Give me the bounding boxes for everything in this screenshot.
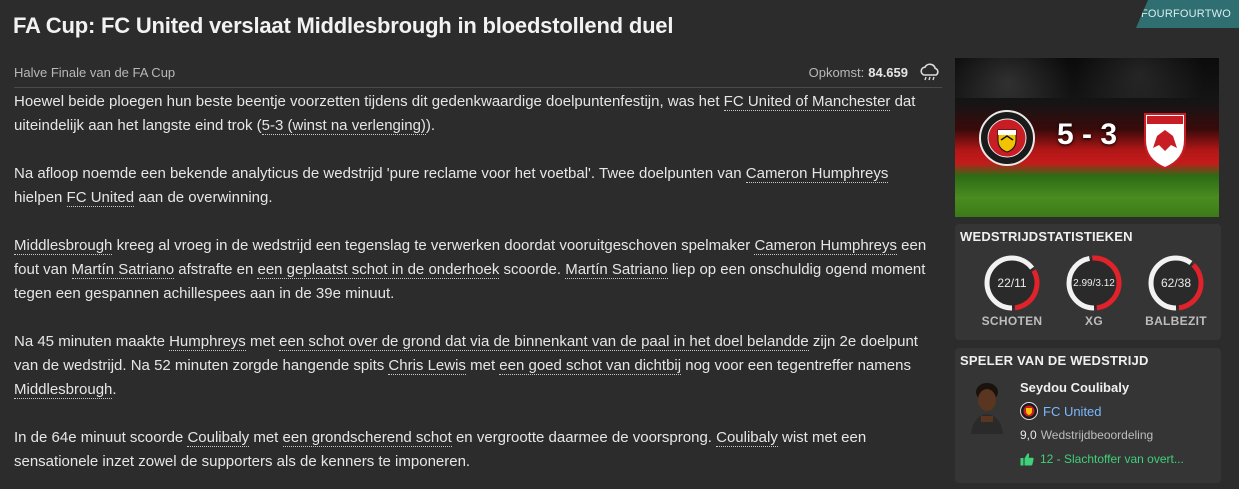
report-text: kreeg al vroeg in de wedstrijd een tegen… [112, 237, 755, 254]
team-link[interactable]: Middlesbrough [14, 381, 113, 399]
headline: FA Cup: FC United verslaat Middlesbrough… [13, 13, 674, 38]
report-paragraph: In de 64e minuut scoorde Coulibaly met e… [14, 426, 939, 474]
result-link[interactable]: 5-3 (winst na verlenging) [261, 117, 426, 135]
stat-label: BALBEZIT [1145, 314, 1207, 328]
player-name[interactable]: Seydou Coulibaly [1020, 380, 1129, 395]
match-stats-panel: WEDSTRIJDSTATISTIEKEN 22/11 SCHOTEN 2.99/3… [955, 224, 1221, 340]
rain-cloud-icon [920, 62, 939, 80]
stat-value: 22/11 [997, 276, 1027, 290]
stat-xg: 2.99/3.12 XG [1054, 254, 1134, 328]
player-highlight[interactable]: 12 - Slachtoffer van overt... [1020, 452, 1184, 466]
source-tag[interactable]: FOURFOURTWO [1136, 0, 1239, 28]
report-paragraph: Hoewel beide ploegen hun beste beentje v… [14, 90, 939, 138]
thumbs-up-icon [1020, 453, 1034, 466]
match-report: Hoewel beide ploegen hun beste beentje v… [14, 90, 939, 489]
fc-united-badge-icon [1020, 402, 1038, 420]
stat-label: XG [1085, 314, 1103, 328]
stadium-lights [955, 58, 1219, 98]
final-score: 5 - 3 [1056, 118, 1118, 151]
rating-label: Wedstrijdbeoordeling [1040, 428, 1154, 442]
match-info-bar: Halve Finale van de FA Cup Opkomst: 84.6… [14, 58, 942, 88]
report-text: met [249, 429, 283, 446]
player-link[interactable]: Coulibaly [716, 429, 778, 447]
attendance-value: 84.659 [868, 65, 908, 80]
report-text: Na 45 minuten maakte [14, 333, 170, 350]
player-avatar[interactable] [967, 378, 1007, 434]
report-text: In de 64e minuut scoorde [14, 429, 188, 446]
report-text: nog voor een tegentreffer namens [681, 357, 911, 374]
goal-highlight-link[interactable]: een grondscherend schot [282, 429, 452, 447]
report-text: . [112, 381, 117, 398]
report-text: Na afloop noemde een bekende analyticus … [14, 165, 746, 182]
team-link[interactable]: FC United [66, 189, 135, 207]
player-link[interactable]: Chris Lewis [388, 357, 466, 375]
report-paragraph: Middlesbrough kreeg al vroeg in de wedst… [14, 234, 939, 306]
stat-balbezit: 62/38 BALBEZIT [1136, 254, 1216, 328]
player-link[interactable]: Cameron Humphreys [745, 165, 889, 183]
goal-highlight-link[interactable]: een goed schot van dichtbij [499, 357, 682, 375]
motm-title: SPELER VAN DE WEDSTRIJD [960, 353, 1149, 368]
middlesbrough-crest-icon[interactable] [1137, 108, 1193, 170]
report-text: aan de overwinning. [134, 189, 273, 206]
player-link[interactable]: Martín Satriano [565, 261, 668, 279]
team-link[interactable]: FC United of Manchester [723, 93, 891, 111]
stat-value: 2.99/3.12 [1073, 277, 1115, 289]
report-text: en vergrootte daarmee de voorsprong. [451, 429, 717, 446]
attendance-label: Opkomst: [808, 65, 865, 80]
report-text: ). [425, 117, 436, 134]
report-text: scoorde. [499, 261, 566, 278]
rating-value: 9,0 [1020, 428, 1037, 442]
man-of-the-match-panel: SPELER VAN DE WEDSTRIJD Seydou Coulibaly… [955, 348, 1221, 483]
stat-value: 62/38 [1160, 276, 1192, 290]
highlight-text: 12 - Slachtoffer van overt... [1040, 452, 1184, 466]
score-card[interactable]: 5 - 3 [955, 58, 1219, 217]
report-paragraph: Na afloop noemde een bekende analyticus … [14, 162, 939, 210]
report-text: Hoewel beide ploegen hun beste beentje v… [14, 93, 724, 110]
stat-label: SCHOTEN [981, 314, 1043, 328]
goal-highlight-link[interactable]: een schot over de grond dat via de binne… [279, 333, 809, 351]
report-text: afstrafte en [174, 261, 258, 278]
attendance: Opkomst: 84.659 [808, 62, 942, 83]
team-link[interactable]: Middlesbrough [14, 237, 113, 255]
club-name: FC United [1043, 403, 1102, 419]
competition-label: Halve Finale van de FA Cup [14, 65, 176, 80]
report-text: met [245, 333, 280, 350]
report-text: met [465, 357, 500, 374]
report-paragraph: Na 45 minuten maakte Humphreys met een s… [14, 330, 939, 402]
player-link[interactable]: Humphreys [169, 333, 246, 351]
stat-schoten: 22/11 SCHOTEN [972, 254, 1052, 328]
source-label: FOURFOURTWO [1141, 8, 1231, 20]
player-rating: 9,0 Wedstrijdbeoordeling [1020, 428, 1153, 442]
report-text: hielpen [14, 189, 67, 206]
player-link[interactable]: Cameron Humphreys [754, 237, 898, 255]
player-club[interactable]: FC United [1020, 402, 1102, 420]
player-link[interactable]: Coulibaly [187, 429, 250, 447]
fc-united-crest-icon[interactable] [979, 110, 1035, 166]
stats-title: WEDSTRIJDSTATISTIEKEN [960, 229, 1133, 244]
goal-highlight-link[interactable]: een geplaatst schot in de onderhoek [257, 261, 500, 279]
player-link[interactable]: Martín Satriano [71, 261, 175, 279]
